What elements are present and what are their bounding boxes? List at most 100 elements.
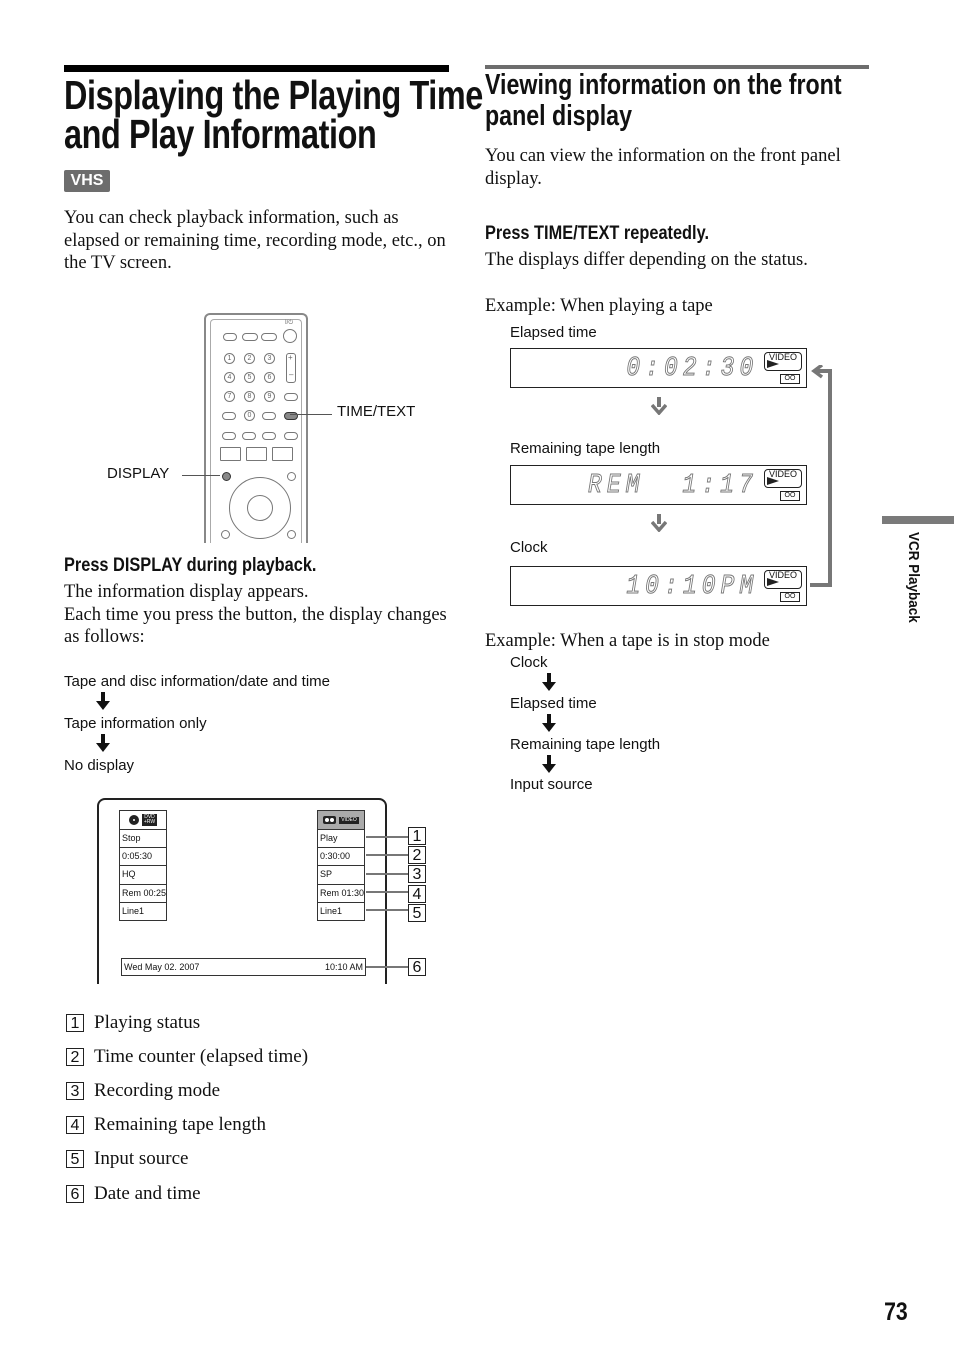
dvd-mode: HQ: [120, 865, 166, 883]
legend-number: 2: [66, 1048, 84, 1066]
number-button: 8: [244, 391, 255, 402]
callout-number: 5: [408, 904, 426, 922]
step-body-line: Each time you press the button, the disp…: [64, 604, 447, 648]
front-panel-display: 10:10PM VIDEO OO: [510, 566, 807, 606]
down-arrow-icon: [651, 397, 667, 415]
callout-number: 1: [408, 827, 426, 845]
step-body-display: The information display appears. Each ti…: [64, 581, 449, 649]
play-icon: [767, 477, 779, 485]
down-arrow-icon: [542, 673, 556, 691]
legend-text: Recording mode: [94, 1080, 221, 1101]
tape-indicator-icon: OO: [780, 592, 800, 602]
play-icon: [767, 578, 779, 586]
video-badge: VIDEO: [339, 816, 359, 824]
remote-button: [242, 432, 256, 440]
tape-indicator-icon: OO: [780, 374, 800, 384]
callout-number: 4: [408, 885, 426, 903]
down-arrow-icon: [542, 755, 556, 773]
vcr-mode: SP: [318, 865, 364, 883]
volume-rocker: + –: [286, 353, 296, 383]
step-heading-time-text: Press TIME/TEXT repeatedly.: [485, 223, 710, 244]
callout-number: 2: [408, 846, 426, 864]
number-button: 5: [244, 372, 255, 383]
play-icon: [767, 360, 779, 368]
disc-icon: [128, 815, 139, 825]
display-leader-line: [182, 475, 220, 476]
legend-text: Input source: [94, 1148, 189, 1169]
lcd-readout: 0:02:30: [625, 354, 758, 384]
stop-cycle-item: Remaining tape length: [510, 736, 661, 753]
number-button: 1: [224, 353, 235, 364]
remote-control-illustration: I/⏻ 1 2 3 + – 4 5 6 7 8 9 0: [204, 313, 308, 543]
number-button: 6: [264, 372, 275, 383]
number-button: 2: [244, 353, 255, 364]
dvd-rw-badge: DVD +RW: [141, 814, 158, 826]
callout-line: [366, 854, 408, 856]
remote-body: I/⏻ 1 2 3 + – 4 5 6 7 8 9 0: [210, 319, 302, 543]
callout-line: [366, 891, 408, 893]
front-panel-display: REM 1:17 VIDEO OO: [510, 465, 807, 505]
callout-number: 6: [408, 958, 426, 976]
legend-item: 6 Date and time: [66, 1183, 201, 1205]
step-body-line: The information display appears.: [64, 582, 309, 602]
remote-button: [287, 472, 296, 481]
display-cycle-item: Tape and disc information/date and time: [64, 673, 330, 690]
callout-line: [366, 873, 408, 875]
time-text-leader-line: [290, 414, 332, 415]
remote-button: [222, 412, 236, 420]
tape-icon: [323, 816, 337, 824]
down-arrow-icon: [96, 692, 110, 710]
vcr-input: Line1: [318, 901, 364, 920]
number-button: 9: [264, 391, 275, 402]
remote-button: [262, 412, 276, 420]
display-button: [222, 472, 231, 481]
page-title-line2: and Play Information: [64, 111, 377, 157]
remote-button: [272, 447, 293, 461]
stop-cycle-item: Input source: [510, 776, 593, 793]
remote-button: [222, 432, 236, 440]
legend-text: Playing status: [94, 1012, 201, 1033]
display-callout: DISPLAY: [107, 465, 170, 482]
side-tab-bar: [882, 516, 954, 524]
time-text-callout: TIME/TEXT: [337, 403, 416, 420]
section-title: Viewing information on the front panel d…: [485, 70, 842, 132]
page-number: 73: [884, 1298, 908, 1326]
legend-number: 1: [66, 1014, 84, 1032]
display-cycle-item: No display: [64, 757, 135, 774]
legend-number: 5: [66, 1150, 84, 1168]
vcr-time: 0:30:00: [318, 847, 364, 865]
down-arrow-icon: [96, 734, 110, 752]
dvd-remaining: Rem 00:25: [120, 883, 166, 902]
vhs-badge: VHS: [64, 170, 110, 192]
legend-text: Time counter (elapsed time): [94, 1046, 309, 1067]
dvd-time: 0:05:30: [120, 847, 166, 865]
eject-button: [223, 333, 237, 341]
section-title-line2: panel display: [485, 100, 632, 132]
example-playing-heading: Example: When playing a tape: [485, 296, 713, 316]
down-arrow-icon: [542, 714, 556, 732]
section-title-line1: Viewing information on the front: [485, 69, 842, 101]
front-panel-display: 0:02:30 VIDEO OO: [510, 348, 807, 388]
remote-button: [262, 432, 276, 440]
number-button: 7: [224, 391, 235, 402]
legend-item: 2 Time counter (elapsed time): [66, 1046, 308, 1068]
step-heading-display: Press DISPLAY during playback.: [64, 555, 317, 576]
remote-button: [242, 333, 258, 341]
stop-cycle-item: Clock: [510, 654, 548, 671]
legend-text: Date and time: [94, 1183, 201, 1204]
callout-line: [366, 966, 408, 968]
video-indicator: VIDEO: [764, 570, 802, 589]
stop-cycle-item: Elapsed time: [510, 695, 597, 712]
remote-button: [284, 432, 298, 440]
lcd-readout: 10:10PM: [625, 572, 758, 602]
panel-label: Remaining tape length: [510, 440, 661, 457]
example-stop-heading: Example: When a tape is in stop mode: [485, 631, 770, 651]
remote-button: [284, 393, 298, 401]
remote-button: [246, 447, 267, 461]
vcr-status: Play: [318, 829, 364, 847]
vcr-header: VIDEO: [318, 811, 364, 829]
legend-number: 3: [66, 1082, 84, 1100]
osd-time: 10:10 AM: [324, 962, 363, 972]
legend-item: 3 Recording mode: [66, 1080, 220, 1102]
side-tab-label: VCR Playback: [905, 532, 922, 623]
